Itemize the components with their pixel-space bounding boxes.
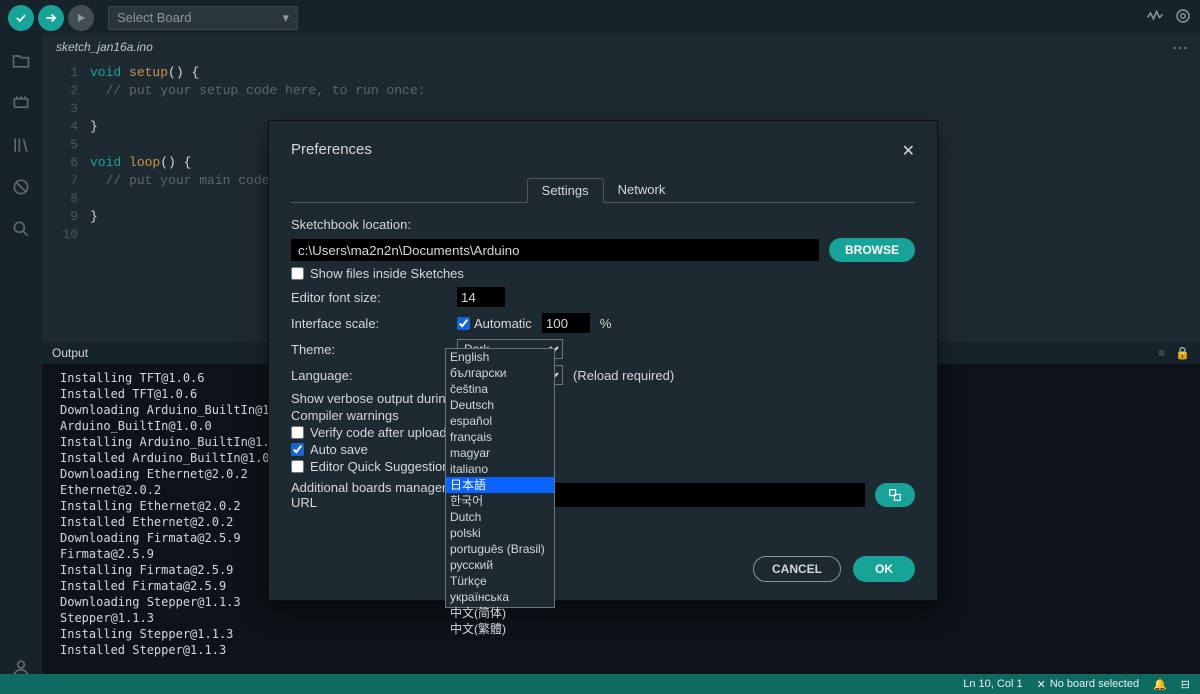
ok-button[interactable]: OK [853, 556, 915, 582]
left-rail [0, 35, 42, 694]
boards-manager-icon[interactable] [10, 92, 32, 114]
file-tab[interactable]: sketch_jan16a.ino [42, 36, 167, 59]
language-option[interactable]: 한국어 [446, 493, 554, 509]
debug-button[interactable] [68, 5, 94, 31]
cursor-position: Ln 10, Col 1 [963, 678, 1022, 690]
toolbar: Select Board ▾ [0, 0, 1200, 35]
language-option[interactable]: български [446, 365, 554, 381]
sketchbook-path-input[interactable] [291, 239, 819, 261]
debug-icon[interactable] [10, 176, 32, 198]
sketchbook-label: Sketchbook location: [291, 217, 411, 232]
language-option[interactable]: Dutch [446, 509, 554, 525]
status-bar: Ln 10, Col 1 ✕ No board selected 🔔 ⊟ [0, 674, 1200, 694]
language-option[interactable]: 中文(繁體) [446, 621, 554, 637]
scale-input[interactable] [542, 313, 590, 333]
scale-pct: % [600, 316, 612, 331]
language-dropdown[interactable]: EnglishбългарскиčeštinaDeutschespañolfra… [445, 348, 555, 608]
serial-plotter-icon[interactable] [1146, 7, 1164, 28]
cancel-button[interactable]: CANCEL [753, 556, 841, 582]
dialog-tabs: Settings Network [291, 178, 915, 203]
tab-overflow-icon[interactable]: ⋯ [1160, 38, 1200, 58]
reload-required-label: (Reload required) [573, 368, 674, 383]
verify-button[interactable] [8, 5, 34, 31]
language-option[interactable]: português (Brasil) [446, 541, 554, 557]
library-manager-icon[interactable] [10, 134, 32, 156]
scale-auto-checkbox[interactable]: Automatic [457, 316, 532, 331]
urls-label: Additional boards manager URL [291, 480, 447, 510]
search-icon[interactable] [10, 218, 32, 240]
language-option[interactable]: español [446, 413, 554, 429]
close-panel-icon[interactable]: ⊟ [1181, 678, 1190, 691]
sketchbook-icon[interactable] [10, 50, 32, 72]
language-option[interactable]: magyar [446, 445, 554, 461]
notifications-icon[interactable]: 🔔 [1153, 678, 1167, 691]
language-option[interactable]: Deutsch [446, 397, 554, 413]
language-label: Language: [291, 368, 447, 383]
font-size-input[interactable] [457, 287, 505, 307]
line-gutter: 12345678910 [42, 60, 90, 340]
verify-upload-checkbox[interactable]: Verify code after upload [291, 425, 447, 440]
language-option[interactable]: 中文(简体) [446, 605, 554, 621]
board-select-placeholder: Select Board [117, 10, 191, 25]
board-select[interactable]: Select Board ▾ [108, 6, 298, 30]
browse-button[interactable]: BROWSE [829, 238, 915, 262]
language-option[interactable]: English [446, 349, 554, 365]
edit-urls-button[interactable] [875, 483, 915, 507]
chevron-down-icon: ▾ [282, 10, 289, 26]
language-option[interactable]: italiano [446, 461, 554, 477]
show-files-checkbox[interactable]: Show files inside Sketches [291, 266, 464, 281]
output-lock-icon[interactable]: 🔒 [1175, 346, 1190, 360]
verbose-label: Show verbose output during [291, 391, 453, 406]
theme-label: Theme: [291, 342, 447, 357]
compiler-warnings-label: Compiler warnings [291, 408, 399, 423]
font-size-label: Editor font size: [291, 290, 447, 305]
language-option[interactable]: українська [446, 589, 554, 605]
language-option[interactable]: français [446, 429, 554, 445]
output-title: Output [52, 346, 88, 360]
scale-label: Interface scale: [291, 316, 447, 331]
close-icon[interactable]: ✕ [902, 141, 915, 161]
preferences-dialog: Preferences ✕ Settings Network Sketchboo… [268, 120, 938, 601]
board-status[interactable]: ✕ No board selected [1037, 678, 1140, 691]
auto-save-checkbox[interactable]: Auto save [291, 442, 368, 457]
output-toggle-icon[interactable]: ≡ [1158, 346, 1165, 360]
upload-button[interactable] [38, 5, 64, 31]
dialog-title: Preferences [291, 141, 915, 158]
language-option[interactable]: 日本語 [446, 477, 554, 493]
tab-settings[interactable]: Settings [527, 178, 604, 203]
quick-suggest-checkbox[interactable]: Editor Quick Suggestions [291, 459, 456, 474]
tab-bar: sketch_jan16a.ino ⋯ [42, 35, 1200, 60]
serial-monitor-icon[interactable] [1174, 7, 1192, 28]
tab-network[interactable]: Network [604, 178, 680, 202]
language-option[interactable]: čeština [446, 381, 554, 397]
language-option[interactable]: Türkçe [446, 573, 554, 589]
language-option[interactable]: polski [446, 525, 554, 541]
language-option[interactable]: русский [446, 557, 554, 573]
